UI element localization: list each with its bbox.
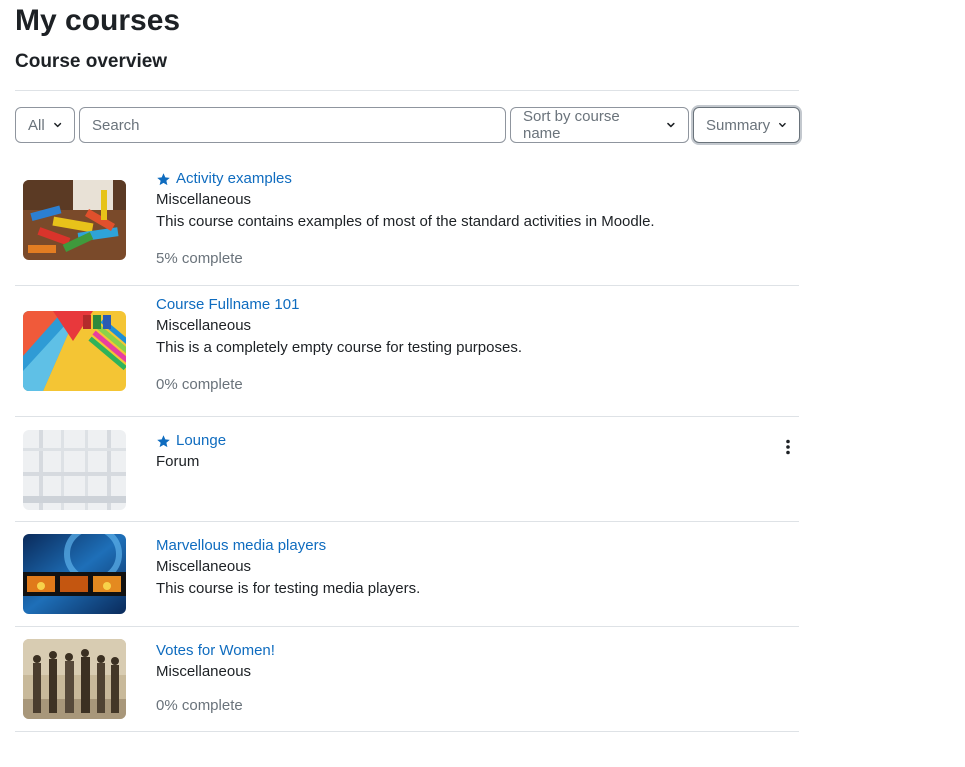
course-info: Lounge Forum [156,431,759,473]
course-link[interactable]: Course Fullname 101 [156,295,759,315]
chevron-down-icon [667,122,675,128]
star-icon[interactable] [156,172,171,187]
course-link[interactable]: Votes for Women! [156,641,759,661]
course-progress: 5% complete [156,250,243,267]
course-item: Lounge Forum [15,417,799,522]
course-overview-controls: All Sort by course name Summary [15,107,800,143]
course-category: Miscellaneous [156,317,252,334]
course-item: Course Fullname 101 Miscellaneous This i… [15,286,799,417]
view-dropdown-label: Summary [706,116,771,134]
course-list: Activity examples Miscellaneous This cou… [15,160,799,732]
course-category: Miscellaneous [156,558,252,575]
course-name: Marvellous media players [156,537,327,554]
view-dropdown[interactable]: Summary [693,107,800,143]
course-item: Marvellous media players Miscellaneous T… [15,522,799,627]
course-item: Activity examples Miscellaneous This cou… [15,160,799,286]
course-image[interactable] [23,311,126,391]
course-summary: This course is for testing media players… [156,580,421,597]
search-input[interactable] [92,116,493,134]
block-title: Course overview [15,51,168,72]
course-link[interactable]: Activity examples [156,169,759,189]
course-info: Activity examples Miscellaneous This cou… [156,169,759,269]
course-link[interactable]: Marvellous media players [156,536,759,556]
course-info: Votes for Women! Miscellaneous 0% comple… [156,641,759,716]
course-name: Activity examples [176,170,292,187]
kebab-menu-icon[interactable] [785,439,791,455]
course-item: Votes for Women! Miscellaneous 0% comple… [15,627,799,732]
course-category: Miscellaneous [156,191,252,208]
divider [15,90,799,91]
star-icon[interactable] [156,434,171,449]
search-field[interactable] [79,107,506,143]
filter-dropdown[interactable]: All [15,107,75,143]
course-summary: This is a completely empty course for te… [156,339,522,356]
course-name: Course Fullname 101 [156,296,300,313]
course-link[interactable]: Lounge [156,431,759,451]
sort-dropdown-label: Sort by course name [523,108,620,142]
course-category: Miscellaneous [156,663,252,680]
course-category: Forum [156,453,200,470]
course-image[interactable] [23,639,126,719]
course-name: Votes for Women! [156,642,275,659]
my-courses-page: My courses Course overview All Sort by c… [0,0,965,767]
chevron-down-icon [779,122,786,128]
filter-dropdown-label: All [28,116,45,134]
course-name: Lounge [176,432,227,449]
course-info: Marvellous media players Miscellaneous T… [156,536,759,600]
chevron-down-icon [53,122,61,128]
course-summary: This course contains examples of most of… [156,213,655,230]
course-image[interactable] [23,180,126,260]
course-progress: 0% complete [156,697,243,714]
course-image[interactable] [23,430,126,510]
sort-dropdown[interactable]: Sort by course name [510,107,689,143]
course-info: Course Fullname 101 Miscellaneous This i… [156,295,759,395]
course-progress: 0% complete [156,376,243,393]
page-title: My courses [15,4,181,37]
course-image[interactable] [23,534,126,614]
